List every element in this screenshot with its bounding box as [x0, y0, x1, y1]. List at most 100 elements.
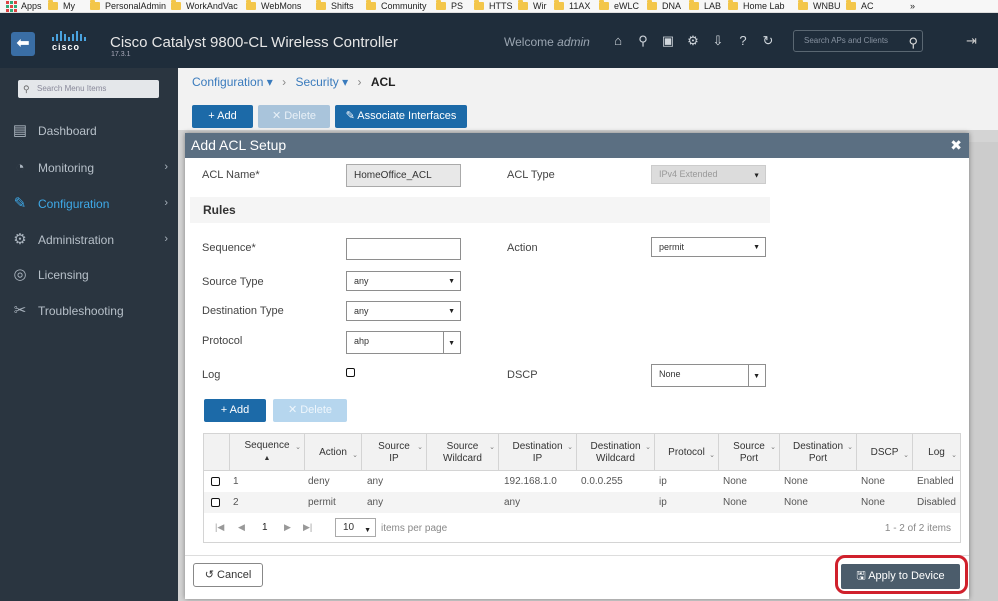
- chevron-down-icon[interactable]: ⌄: [489, 442, 495, 454]
- breadcrumb-configuration[interactable]: Configuration ▾: [192, 75, 273, 89]
- current-page[interactable]: 1: [262, 522, 268, 533]
- column-sequence[interactable]: Sequence ▲ ⌄: [229, 434, 304, 471]
- sidebar-item-licensing[interactable]: ◎ Licensing: [0, 260, 178, 290]
- wireless-icon[interactable]: ⚲: [635, 33, 651, 49]
- sidebar-item-dashboard[interactable]: ▤ Dashboard: [0, 116, 178, 146]
- chevron-down-icon[interactable]: ⌄: [645, 442, 651, 454]
- folder-icon: [846, 0, 856, 10]
- next-page-icon[interactable]: ▶: [284, 522, 291, 533]
- download-icon[interactable]: ⇩: [710, 33, 726, 49]
- logout-icon[interactable]: ⇥: [966, 33, 977, 49]
- header-icons: ⌂ ⚲ ▣ ⚙ ⇩ ? ↻: [610, 33, 776, 49]
- back-button[interactable]: ⬅: [11, 32, 35, 56]
- column-destination-port[interactable]: Destination Port ⌄: [779, 434, 856, 471]
- help-icon[interactable]: ?: [735, 33, 751, 49]
- chevron-down-icon[interactable]: ⌄: [295, 442, 301, 454]
- acl-type-select[interactable]: IPv4 Extended ▼: [651, 165, 766, 184]
- grid-pager: |◀ ◀ 1 ▶ ▶| 10 ▼ items per page 1 - 2 of …: [204, 514, 960, 542]
- bookmark-folder[interactable]: HTTS: [474, 0, 518, 11]
- first-page-icon[interactable]: |◀: [215, 522, 224, 533]
- gear-icon[interactable]: ⚙: [685, 33, 701, 49]
- action-select[interactable]: permit ▼: [651, 237, 766, 257]
- column-action[interactable]: Action ⌄: [304, 434, 361, 471]
- bookmark-folder[interactable]: WebMons: [246, 0, 316, 11]
- last-page-icon[interactable]: ▶|: [303, 522, 312, 533]
- toolbar-add-button[interactable]: + Add: [192, 105, 253, 128]
- column-protocol[interactable]: Protocol ⌄: [654, 434, 718, 471]
- add-rule-button[interactable]: + Add: [204, 399, 266, 422]
- associate-interfaces-button[interactable]: ✎ Associate Interfaces: [335, 105, 467, 128]
- sidebar-item-configuration[interactable]: ✎ Configuration ›: [0, 189, 178, 219]
- bookmark-folder[interactable]: AC: [846, 0, 888, 11]
- column-destination-wildcard[interactable]: Destination Wildcard ⌄: [576, 434, 654, 471]
- plus-icon: +: [220, 404, 230, 416]
- arrow-left-icon: ⬅: [16, 35, 30, 52]
- home-icon[interactable]: ⌂: [610, 33, 626, 49]
- bookmark-folder[interactable]: My: [48, 0, 90, 11]
- destination-type-select[interactable]: any ▼: [346, 301, 461, 321]
- cancel-button[interactable]: ↺ Cancel: [193, 563, 263, 587]
- bookmark-folder[interactable]: Shifts: [316, 0, 366, 11]
- row-checkbox[interactable]: [211, 477, 220, 486]
- bookmark-folder[interactable]: Wir: [518, 0, 554, 11]
- folder-icon: [90, 0, 100, 10]
- column-destination-ip[interactable]: Destination IP ⌄: [498, 434, 576, 471]
- dscp-select[interactable]: None ▼: [651, 364, 766, 387]
- sidebar-item-administration[interactable]: ⚙ Administration ›: [0, 225, 178, 255]
- log-checkbox[interactable]: [346, 368, 355, 377]
- chevron-down-icon[interactable]: ⌄: [903, 450, 909, 462]
- sidebar-item-troubleshooting[interactable]: ✂ Troubleshooting: [0, 296, 178, 326]
- per-page-select[interactable]: 10 ▼: [335, 518, 376, 537]
- source-type-select[interactable]: any ▼: [346, 271, 461, 291]
- prev-page-icon[interactable]: ◀: [238, 522, 245, 533]
- bookmarks-overflow[interactable]: »: [910, 1, 915, 11]
- dialog-header: Add ACL Setup ✖: [185, 133, 969, 158]
- bookmark-folder[interactable]: DNA: [647, 0, 689, 11]
- bookmark-folder[interactable]: 11AX: [554, 0, 599, 11]
- monitoring-icon: ◔: [15, 159, 25, 176]
- close-icon[interactable]: ✖: [950, 133, 962, 158]
- sidebar-item-monitoring[interactable]: ◔ Monitoring ›: [0, 153, 178, 183]
- acl-name-field[interactable]: HomeOffice_ACL: [346, 164, 461, 187]
- column-source-port[interactable]: Source Port ⌄: [718, 434, 779, 471]
- bookmark-apps[interactable]: Apps: [0, 0, 48, 12]
- delete-rule-button[interactable]: ✕ Delete: [273, 399, 347, 422]
- folder-icon: [474, 0, 484, 10]
- bookmark-folder[interactable]: WNBU: [798, 0, 846, 11]
- row-checkbox[interactable]: [211, 498, 220, 507]
- gear-icon: ⚙: [13, 231, 27, 248]
- refresh-icon[interactable]: ↻: [760, 33, 776, 49]
- search-icon[interactable]: ⚲: [908, 33, 918, 53]
- folder-icon: [554, 0, 564, 10]
- tools-icon: ✂: [13, 302, 27, 319]
- protocol-select[interactable]: ahp ▼: [346, 331, 461, 354]
- breadcrumb-security[interactable]: Security ▾: [295, 75, 348, 89]
- folder-icon: [436, 0, 446, 10]
- bookmark-folder[interactable]: WorkAndVac: [171, 0, 246, 11]
- column-source-ip[interactable]: Source IP ⌄: [361, 434, 426, 471]
- save-icon[interactable]: ▣: [660, 33, 676, 49]
- bookmark-folder[interactable]: PS: [436, 0, 474, 11]
- chevron-down-icon[interactable]: ⌄: [352, 450, 358, 462]
- table-row[interactable]: 1 deny any 192.168.1.0 0.0.0.255 ip None…: [204, 471, 960, 492]
- sequence-field[interactable]: [346, 238, 461, 260]
- menu-search-input[interactable]: ⚲ Search Menu Items: [18, 80, 159, 98]
- bookmark-folder[interactable]: eWLC: [599, 0, 647, 11]
- header-search-input[interactable]: Search APs and Clients ⚲: [793, 30, 923, 52]
- chevron-down-icon[interactable]: ⌄: [417, 442, 423, 454]
- bookmark-folder[interactable]: LAB: [689, 0, 728, 11]
- table-row[interactable]: 2 permit any any ip None None None Disab…: [204, 492, 960, 513]
- bookmark-folder[interactable]: Home Lab: [728, 0, 798, 11]
- column-dscp[interactable]: DSCP ⌄: [856, 434, 912, 471]
- bookmark-folder[interactable]: Community: [366, 0, 436, 11]
- folder-icon: [689, 0, 699, 10]
- chevron-down-icon[interactable]: ⌄: [709, 450, 715, 462]
- chevron-down-icon[interactable]: ⌄: [847, 442, 853, 454]
- column-log[interactable]: Log ⌄: [912, 434, 960, 471]
- bookmark-folder[interactable]: PersonalAdmin: [90, 0, 171, 11]
- chevron-down-icon[interactable]: ⌄: [567, 442, 573, 454]
- chevron-down-icon[interactable]: ⌄: [770, 442, 776, 454]
- column-source-wildcard[interactable]: Source Wildcard ⌄: [426, 434, 498, 471]
- chevron-down-icon[interactable]: ⌄: [951, 450, 957, 462]
- toolbar-delete-button[interactable]: ✕ Delete: [258, 105, 330, 128]
